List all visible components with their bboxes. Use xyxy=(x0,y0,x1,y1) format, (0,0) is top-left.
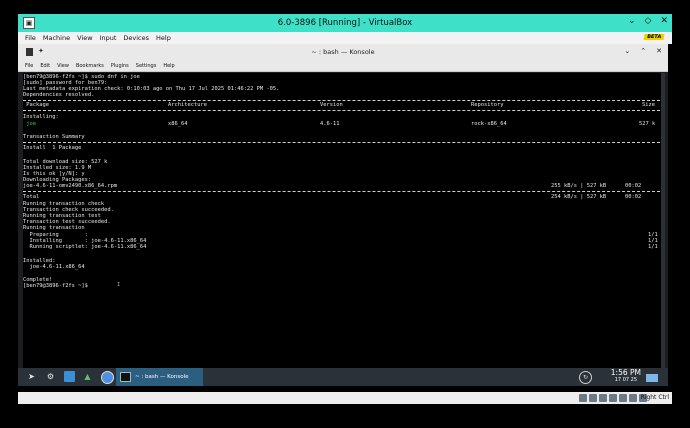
shared-folders-icon[interactable] xyxy=(629,394,637,402)
usb-icon[interactable] xyxy=(619,394,627,402)
vbox-menubar: File Machine View Input Devices Help BET… xyxy=(18,32,672,44)
menu-machine[interactable]: Machine xyxy=(43,34,70,42)
installing-label: Installing: xyxy=(23,114,59,120)
total-time: 00:02 xyxy=(625,194,642,200)
separator xyxy=(23,191,660,193)
image-viewer-icon[interactable]: ▲ xyxy=(82,371,93,382)
konsole-close-icon[interactable]: ✕ xyxy=(656,47,662,55)
audio-icon[interactable] xyxy=(599,394,607,402)
vbox-title-bar: ▣ 6.0-3896 [Running] - VirtualBox ⌄ ◇ ✕ xyxy=(18,14,672,32)
package-version: 4.6-11 xyxy=(320,121,340,127)
step-count: 1/1 xyxy=(648,244,658,250)
header-size: Size xyxy=(642,102,655,108)
file-manager-icon[interactable] xyxy=(64,371,75,382)
installed-package: joe-4.6-11.x86_64 xyxy=(23,264,85,270)
beta-badge: BETA xyxy=(643,34,665,40)
taskbar: ➤ ⚙ ▲ ~ : bash — Konsole ↻ 1:56 PM 17 07… xyxy=(18,368,668,386)
separator xyxy=(23,110,660,112)
menu-file[interactable]: File xyxy=(25,34,36,42)
konsole-maximize-icon[interactable]: ⌃ xyxy=(640,47,646,55)
menu-help[interactable]: Help xyxy=(156,34,171,42)
download-file: joe-4.6-11-omv2490.x86_64.rpm xyxy=(23,183,118,189)
task-label: ~ : bash — Konsole xyxy=(135,374,189,380)
updates-icon[interactable]: ↻ xyxy=(579,371,592,384)
download-time: 00:02 xyxy=(625,183,642,189)
maximize-icon[interactable]: ◇ xyxy=(645,16,652,26)
header-version: Version xyxy=(320,102,343,108)
package-repo: rock-x86_64 xyxy=(471,121,507,127)
network-icon[interactable] xyxy=(609,394,617,402)
window-title: 6.0-3896 [Running] - VirtualBox xyxy=(277,18,413,28)
header-repository: Repository xyxy=(471,102,504,108)
show-desktop-icon[interactable] xyxy=(646,374,658,382)
menu-view[interactable]: View xyxy=(77,34,92,42)
header-architecture: Architecture xyxy=(168,102,207,108)
konsole-menubar: File Edit View Bookmarks Plugins Setting… xyxy=(18,61,668,72)
terminal-output[interactable]: [ben79@3896-f2fs ~]$ sudo dnf in joe [su… xyxy=(23,73,663,369)
vbox-status-bar: Right Ctrl xyxy=(18,392,672,404)
separator xyxy=(23,142,660,144)
close-icon[interactable]: ✕ xyxy=(660,16,668,26)
menu-devices[interactable]: Devices xyxy=(123,34,149,42)
konsole-menu-settings[interactable]: Settings xyxy=(136,63,157,69)
clock-time: 1:56 PM xyxy=(610,368,641,377)
taskbar-konsole-task[interactable]: ~ : bash — Konsole xyxy=(116,368,203,386)
menu-input[interactable]: Input xyxy=(100,34,117,42)
settings-icon[interactable]: ⚙ xyxy=(45,371,56,382)
terminal-line: Dependencies resolved. xyxy=(23,92,95,98)
terminal-scrollbar[interactable] xyxy=(661,73,665,369)
konsole-menu-help[interactable]: Help xyxy=(163,63,174,69)
konsole-menu-file[interactable]: File xyxy=(25,63,33,69)
package-name: joe xyxy=(23,121,36,127)
header-package: Package xyxy=(23,102,49,108)
browser-icon[interactable] xyxy=(101,371,114,384)
package-size: 527 k xyxy=(639,121,656,127)
clock-date: 17 07 25 xyxy=(614,377,638,383)
konsole-window-title: ~ : bash — Konsole xyxy=(311,48,375,56)
install-count: Install 1 Package xyxy=(23,145,82,151)
hdd-icon[interactable] xyxy=(579,394,587,402)
konsole-menu-plugins[interactable]: Plugins xyxy=(111,63,129,69)
konsole-minimize-icon[interactable]: ⌄ xyxy=(624,47,630,55)
download-rate: 255 kB/s | 527 kB xyxy=(551,183,607,189)
mouse-cursor-icon: I xyxy=(117,282,121,288)
summary-title: Transaction Summary xyxy=(23,134,85,140)
step-scriptlet: Running scriptlet: joe-4.6-11.x86_64 xyxy=(23,244,147,250)
terminal-line: Running transaction xyxy=(23,225,85,231)
konsole-menu-edit[interactable]: Edit xyxy=(40,63,50,69)
konsole-menu-view[interactable]: View xyxy=(57,63,69,69)
konsole-title-bar: ✦ ~ : bash — Konsole ⌄ ⌃ ✕ xyxy=(18,44,668,61)
total-rate: 254 kB/s | 527 kB xyxy=(551,194,607,200)
total-label: Total xyxy=(23,194,40,200)
terminal-icon xyxy=(120,372,131,382)
package-arch: x86_64 xyxy=(168,121,188,127)
minimize-icon[interactable]: ⌄ xyxy=(628,16,636,26)
optical-drive-icon[interactable] xyxy=(589,394,597,402)
host-key-label: Right Ctrl xyxy=(640,394,669,401)
clock[interactable]: 1:56 PM 17 07 25 xyxy=(610,368,641,384)
konsole-menu-bookmarks[interactable]: Bookmarks xyxy=(76,63,104,69)
vm-display[interactable]: ✦ ~ : bash — Konsole ⌄ ⌃ ✕ File Edit Vie… xyxy=(18,44,668,386)
app-launcher-icon[interactable]: ➤ xyxy=(26,371,37,382)
shell-prompt: [ben79@3896-f2fs ~]$ xyxy=(23,283,88,289)
